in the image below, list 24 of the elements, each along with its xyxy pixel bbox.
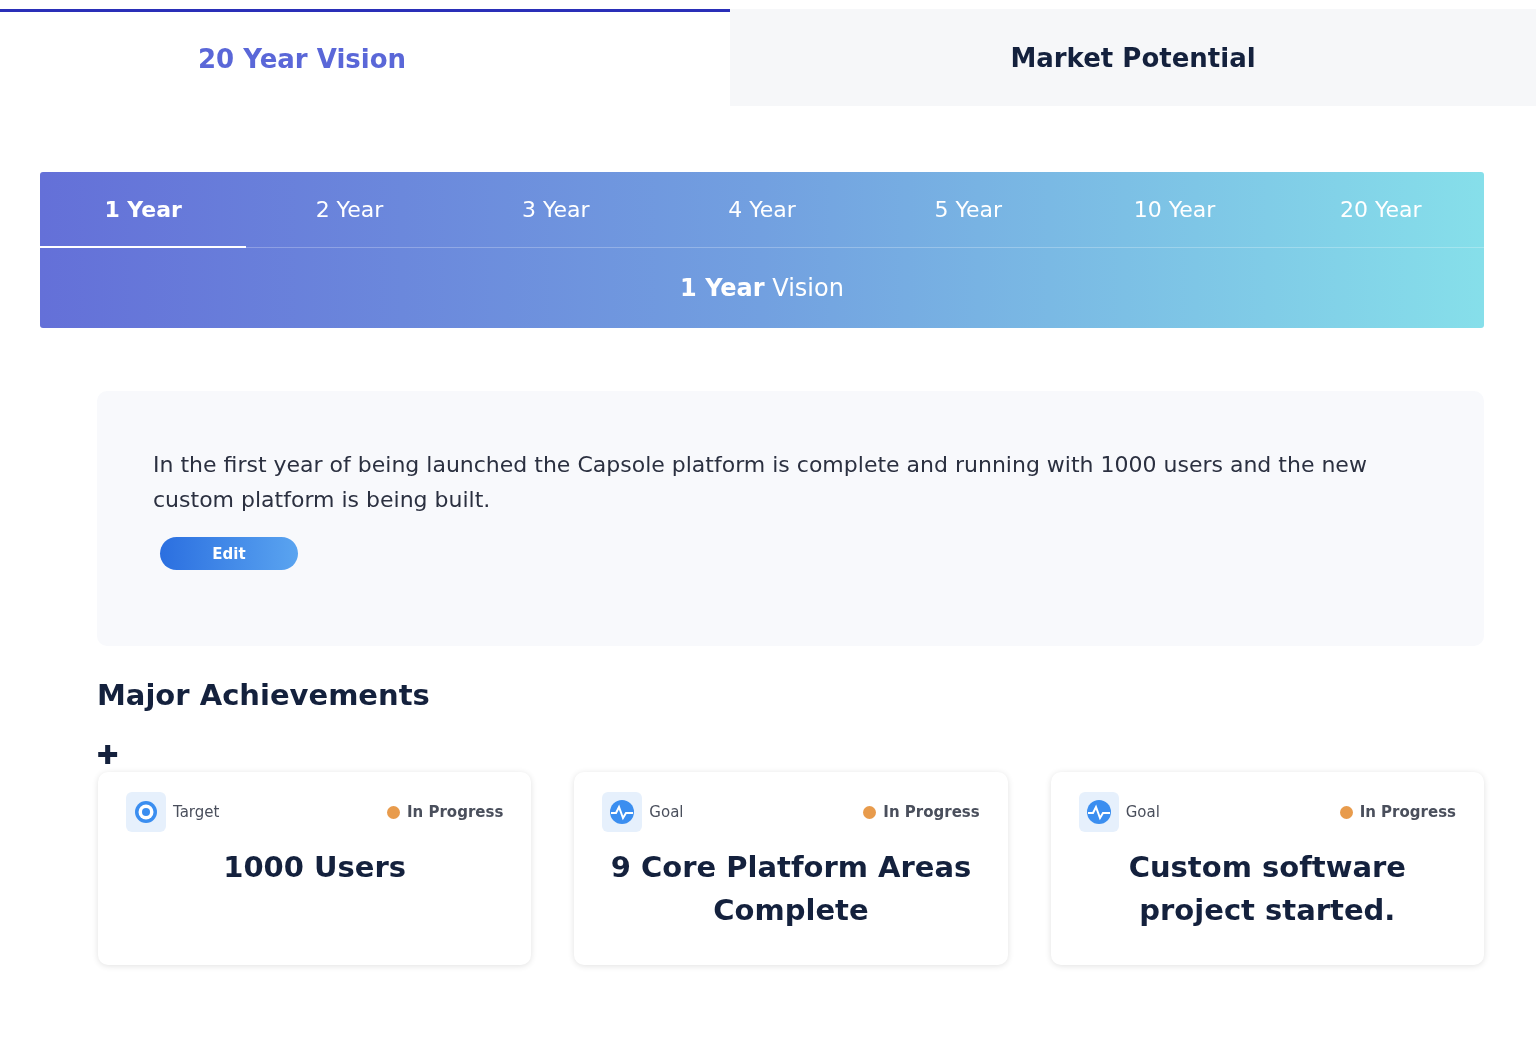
year-tab[interactable]: 5 Year <box>865 172 1072 248</box>
pulse-icon <box>1085 799 1112 825</box>
pulse-icon <box>609 799 636 825</box>
status-label: In Progress <box>883 803 980 821</box>
year-tab[interactable]: 2 Year <box>246 172 453 248</box>
section-tab[interactable]: Market Potential <box>730 9 1536 106</box>
status-label: In Progress <box>407 803 504 821</box>
vision-text: In the first year of being launched the Capsole platform is complete and running with 1000 users and the new custom platform is being built. <box>153 451 1368 514</box>
target-icon <box>133 799 159 825</box>
add-button[interactable]: ✚ <box>97 740 119 770</box>
status-label: In Progress <box>1359 803 1456 821</box>
achievement-title: 1000 Users <box>222 849 408 886</box>
vision-title: 1 Year Vision <box>680 274 844 302</box>
achievement-title: 9 Core Platform Areas Complete <box>609 849 973 929</box>
section-heading: Major Achievements <box>97 678 431 712</box>
achievement-title: Custom software project started. <box>1127 849 1407 929</box>
type-label: Goal <box>1125 803 1160 821</box>
type-label: Goal <box>649 803 684 821</box>
year-tab[interactable]: 1 Year <box>40 172 247 248</box>
year-tab[interactable]: 3 Year <box>452 172 659 248</box>
year-tab[interactable]: 4 Year <box>658 172 866 248</box>
edit-button[interactable]: Edit <box>160 537 298 570</box>
year-tab[interactable]: 10 Year <box>1071 172 1278 248</box>
type-label: Target <box>173 803 220 821</box>
